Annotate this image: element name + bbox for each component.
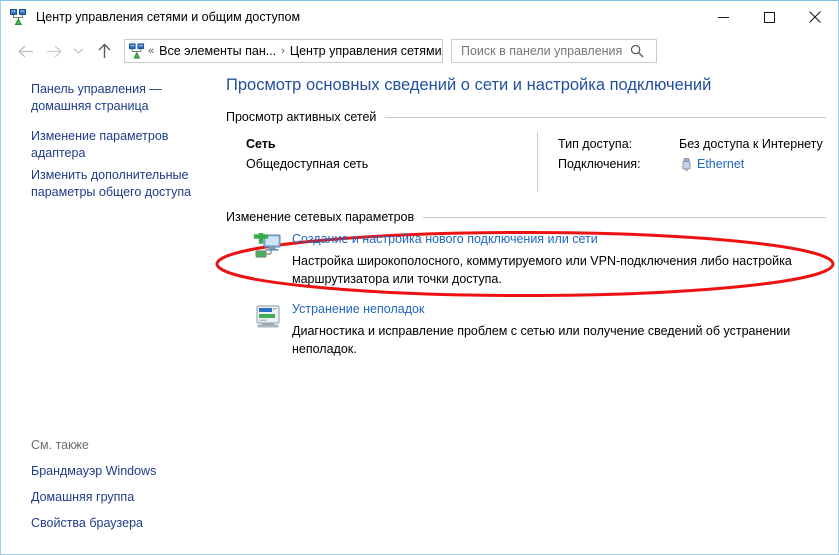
breadcrumb-item-all-control-panel-items[interactable]: Все элементы пан... <box>157 44 278 58</box>
search-box[interactable] <box>451 39 657 63</box>
section-header-change-network-settings: Изменение сетевых параметров <box>226 210 826 224</box>
network-category: Общедоступная сеть <box>246 157 369 171</box>
task-link[interactable]: Создание и настройка нового подключения … <box>292 232 598 246</box>
active-network-panel: Сеть Общедоступная сеть Тип доступа: Под… <box>226 132 826 194</box>
up-icon[interactable] <box>91 38 117 64</box>
window-title: Центр управления сетями и общим доступом <box>36 10 301 24</box>
section-title: Просмотр активных сетей <box>226 110 377 124</box>
breadcrumb-separator: › <box>281 45 285 57</box>
close-button[interactable] <box>792 1 838 33</box>
sidebar-item-change-advanced-sharing-settings[interactable]: Изменить дополнительные параметры общего… <box>31 167 203 201</box>
connection-link-ethernet[interactable]: Ethernet <box>697 157 744 171</box>
network-sharing-center-icon <box>10 9 27 25</box>
sidebar-item-control-panel-home[interactable]: Панель управления — домашняя страница <box>31 81 203 115</box>
task-description: Диагностика и исправление проблем с сеть… <box>292 324 791 356</box>
network-sharing-center-window: Центр управления сетями и общим доступом <box>0 0 839 555</box>
vertical-divider <box>537 132 538 192</box>
section-title: Изменение сетевых параметров <box>226 210 415 224</box>
sidebar: Панель управления — домашняя страница Из… <box>1 69 213 554</box>
section-rule <box>423 217 826 218</box>
maximize-button[interactable] <box>746 1 792 33</box>
navigation-bar: « Все элементы пан... › Центр управления… <box>1 33 838 69</box>
see-also-heading: См. также <box>31 438 89 452</box>
window-controls <box>700 1 838 33</box>
title-bar: Центр управления сетями и общим доступом <box>1 1 838 33</box>
section-header-active-networks: Просмотр активных сетей <box>226 110 826 124</box>
task-link[interactable]: Устранение неполадок <box>292 302 424 316</box>
address-bar[interactable]: « Все элементы пан... › Центр управления… <box>124 39 443 63</box>
breadcrumb-leading-separator: « <box>148 45 155 57</box>
troubleshoot-icon <box>253 303 283 331</box>
ethernet-adapter-icon <box>679 157 694 172</box>
network-name: Сеть <box>246 137 276 151</box>
see-also-item-internet-options[interactable]: Свойства браузера <box>31 516 206 530</box>
chevron-down-icon[interactable] <box>68 38 88 64</box>
connections-label: Подключения: <box>558 157 641 171</box>
section-rule <box>385 117 826 118</box>
access-type-value: Без доступа к Интернету <box>679 137 823 151</box>
sidebar-item-change-adapter-settings[interactable]: Изменение параметров адаптера <box>31 128 203 162</box>
access-type-label: Тип доступа: <box>558 137 633 151</box>
back-icon[interactable] <box>12 38 38 64</box>
page-title: Просмотр основных сведений о сети и наст… <box>226 76 712 94</box>
window-body: Панель управления — домашняя страница Из… <box>1 69 838 554</box>
search-icon[interactable] <box>624 40 650 62</box>
content-pane: Просмотр основных сведений о сети и наст… <box>213 69 838 554</box>
forward-icon[interactable] <box>41 38 67 64</box>
see-also-item-windows-firewall[interactable]: Брандмауэр Windows <box>31 464 206 478</box>
minimize-button[interactable] <box>700 1 746 33</box>
network-sharing-center-icon <box>129 43 145 59</box>
see-also-item-homegroup[interactable]: Домашняя группа <box>31 490 206 504</box>
task-description: Настройка широкополосного, коммутируемог… <box>292 254 792 286</box>
new-connection-icon <box>253 229 283 261</box>
breadcrumb-item-network-sharing-center[interactable]: Центр управления сетями и общим доступом <box>288 44 442 58</box>
search-input[interactable] <box>459 43 624 59</box>
